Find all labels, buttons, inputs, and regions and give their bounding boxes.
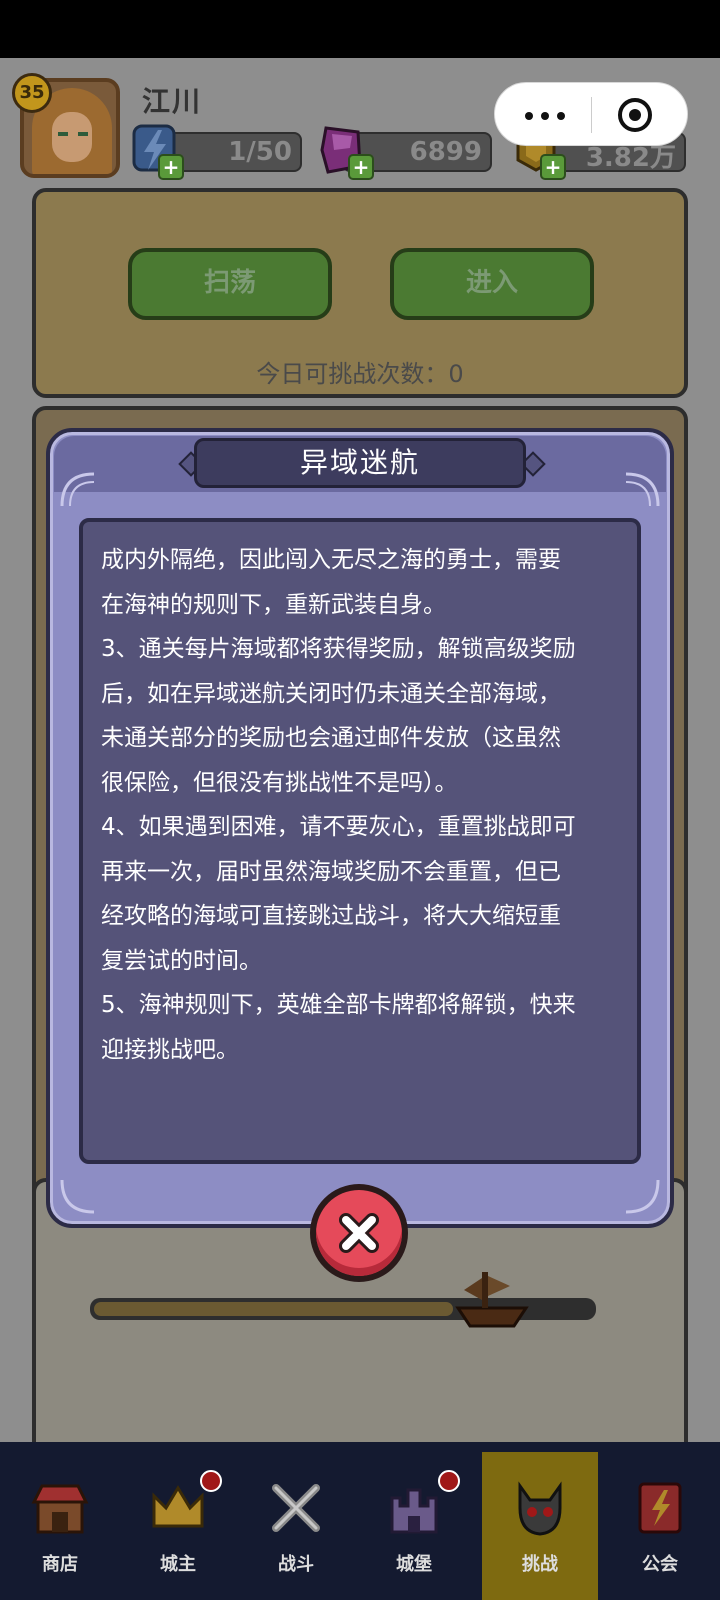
ship-icon xyxy=(455,1272,529,1328)
nav-shop[interactable]: 商店 xyxy=(2,1452,118,1600)
level-badge: 35 xyxy=(12,73,52,113)
shop-icon xyxy=(31,1484,89,1534)
notification-dot xyxy=(438,1470,460,1492)
player-header: 35 江川 1/50 + 6899 + 3.82万 + xyxy=(0,58,720,188)
dialog-title: 异域迷航 xyxy=(194,438,526,488)
dialog-text-line: 5、海神规则下，英雄全部卡牌都将解锁，快来 xyxy=(101,992,576,1018)
close-icon xyxy=(339,1213,379,1253)
close-dialog-button[interactable] xyxy=(310,1184,408,1282)
more-menu-button[interactable] xyxy=(517,91,577,137)
nav-label: 城主 xyxy=(160,1554,196,1575)
dialog-content[interactable]: 成内外隔绝，因此闯入无尽之海的勇士，需要 在海神的规则下，重新武装自身。 3、通关每… xyxy=(79,518,641,1164)
bottom-nav: 商店 城主 战斗 城堡 挑战 公会 xyxy=(0,1442,720,1600)
dialog-text-line: 在海神的规则下，重新武装自身。 xyxy=(101,591,446,618)
guild-banner-icon xyxy=(638,1482,682,1534)
castle-icon xyxy=(390,1488,438,1534)
status-bar xyxy=(0,0,720,58)
corner-ornament-icon xyxy=(60,472,95,507)
add-energy-button[interactable]: + xyxy=(158,154,184,180)
crown-icon xyxy=(152,1485,204,1528)
nav-lord[interactable]: 城主 xyxy=(120,1452,236,1600)
dialog-text-line: 后，如在异域迷航关闭时仍未通关全部海域， xyxy=(101,680,561,707)
crossed-swords-icon xyxy=(272,1484,320,1532)
nav-castle[interactable]: 城堡 xyxy=(356,1452,472,1600)
corner-ornament-icon xyxy=(625,1179,660,1214)
dialog-text-line: 复尝试的时间。 xyxy=(101,947,262,974)
dialog-text-line: 经攻略的海域可直接跳过战斗，将大大缩短重 xyxy=(101,903,561,929)
notification-dot xyxy=(200,1470,222,1492)
corner-ornament-icon xyxy=(625,472,660,507)
dialog-text-line: 4、如果遇到困难，请不要灰心，重置挑战即可 xyxy=(101,814,576,840)
demon-mask-icon xyxy=(518,1481,562,1536)
progress-fill xyxy=(94,1302,453,1316)
nav-label: 战斗 xyxy=(278,1554,314,1575)
mini-program-capsule xyxy=(494,82,688,146)
enter-button[interactable]: 进入 xyxy=(390,248,594,320)
gem-value: 6899 xyxy=(409,137,482,167)
today-challenge-count: 今日可挑战次数：0 xyxy=(256,360,464,388)
nav-label: 挑战 xyxy=(522,1554,558,1575)
sweep-button[interactable]: 扫荡 xyxy=(128,248,332,320)
dialog-text-line: 成内外隔绝，因此闯入无尽之海的勇士，需要 xyxy=(101,547,561,573)
nav-challenge[interactable]: 挑战 xyxy=(482,1452,598,1600)
add-coins-button[interactable]: + xyxy=(540,154,566,180)
dialog-text-line: 迎接挑战吧。 xyxy=(101,1036,239,1063)
dialog-text-line: 未通关部分的奖励也会通过邮件发放（这虽然 xyxy=(101,725,561,751)
add-gems-button[interactable]: + xyxy=(348,154,374,180)
corner-ornament-icon xyxy=(60,1179,95,1214)
nav-label: 城堡 xyxy=(396,1554,432,1575)
nav-label: 商店 xyxy=(42,1554,78,1575)
dialog-text-line: 再来一次，届时虽然海域奖励不会重置，但已 xyxy=(101,858,561,885)
dialog-text-line: 很保险，但很没有挑战性不是吗）。 xyxy=(101,769,458,796)
player-name: 江川 xyxy=(142,85,203,118)
nav-battle[interactable]: 战斗 xyxy=(238,1452,354,1600)
close-miniprogram-icon[interactable] xyxy=(613,93,657,137)
energy-value: 1/50 xyxy=(228,137,292,167)
nav-label: 公会 xyxy=(642,1554,678,1575)
dialog-text-line: 3、通关每片海域都将获得奖励，解锁高级奖励 xyxy=(101,636,576,662)
nav-guild[interactable]: 公会 xyxy=(602,1452,718,1600)
